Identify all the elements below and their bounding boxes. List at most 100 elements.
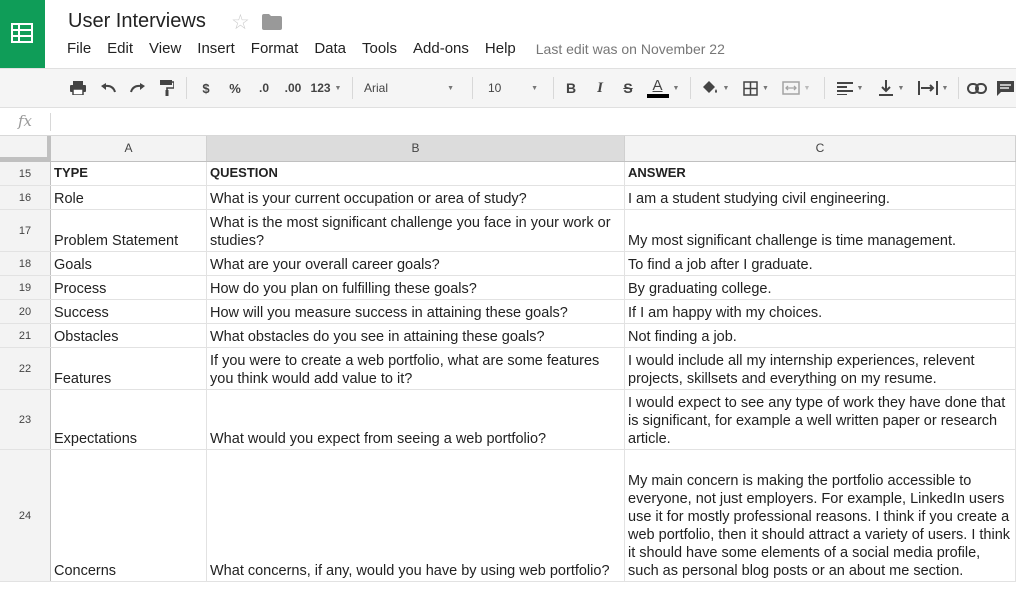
font-family-dropdown[interactable]: Arial ▼ bbox=[358, 69, 460, 107]
font-size-dropdown[interactable]: 10 ▼ bbox=[482, 69, 544, 107]
cell-text: TYPE bbox=[54, 165, 88, 180]
table-cell[interactable]: If I am happy with my choices. bbox=[625, 300, 1016, 323]
insert-link-icon[interactable] bbox=[964, 69, 990, 107]
table-row: 21 Obstacles What obstacles do you see in … bbox=[0, 324, 1016, 348]
italic-button[interactable]: I bbox=[589, 69, 611, 107]
header-cell[interactable]: TYPE bbox=[51, 162, 207, 185]
chevron-down-icon: ▼ bbox=[856, 84, 864, 92]
menu-view[interactable]: View bbox=[141, 40, 189, 60]
folder-icon[interactable] bbox=[262, 14, 282, 35]
table-cell[interactable]: Not finding a job. bbox=[625, 324, 1016, 347]
table-cell[interactable]: Obstacles bbox=[51, 324, 207, 347]
table-cell[interactable]: What are your overall career goals? bbox=[207, 252, 625, 275]
insert-comment-icon[interactable] bbox=[994, 69, 1016, 107]
sheets-logo-icon[interactable] bbox=[0, 0, 45, 68]
column-header-b[interactable]: B bbox=[207, 136, 625, 161]
undo-icon[interactable] bbox=[96, 69, 120, 107]
fill-color-icon[interactable]: ▼ bbox=[697, 69, 733, 107]
table-cell[interactable]: What is your current occupation or area … bbox=[207, 186, 625, 209]
table-cell[interactable]: How do you plan on fulfilling these goal… bbox=[207, 276, 625, 299]
table-cell[interactable]: What concerns, if any, would you have by… bbox=[207, 450, 625, 581]
table-cell[interactable]: My main concern is making the portfolio … bbox=[625, 450, 1016, 581]
cell-text: Obstacles bbox=[54, 329, 119, 345]
number-format-dropdown[interactable]: 123 ▼ bbox=[307, 69, 345, 107]
cell-text: If I am happy with my choices. bbox=[628, 305, 823, 321]
header-cell[interactable]: QUESTION bbox=[207, 162, 625, 185]
formula-input[interactable] bbox=[52, 110, 1012, 134]
table-row: 20 Success How will you measure success in… bbox=[0, 300, 1016, 324]
spreadsheet-grid: A B C 15 TYPE QUESTION ANSWER 16 Role What is … bbox=[0, 136, 1016, 589]
row-header[interactable]: 22 bbox=[0, 348, 51, 389]
horizontal-align-icon[interactable]: ▼ bbox=[831, 69, 869, 107]
table-cell[interactable]: What is the most significant challenge y… bbox=[207, 210, 625, 251]
menu-format[interactable]: Format bbox=[243, 40, 307, 60]
menu-insert[interactable]: Insert bbox=[189, 40, 243, 60]
table-cell[interactable]: I would include all my internship experi… bbox=[625, 348, 1016, 389]
increase-decimal-button[interactable]: .00 bbox=[280, 69, 306, 107]
row-header[interactable]: 16 bbox=[0, 186, 51, 209]
menu-add-ons[interactable]: Add-ons bbox=[405, 40, 477, 60]
menu-help[interactable]: Help bbox=[477, 40, 524, 60]
table-cell[interactable]: Goals bbox=[51, 252, 207, 275]
row-header[interactable]: 17 bbox=[0, 210, 51, 251]
cell-text: My most significant challenge is time ma… bbox=[628, 233, 957, 249]
row-header[interactable]: 20 bbox=[0, 300, 51, 323]
table-cell[interactable]: If you were to create a web portfolio, w… bbox=[207, 348, 625, 389]
table-cell[interactable]: Process bbox=[51, 276, 207, 299]
table-row: 19 Process How do you plan on fulfilling t… bbox=[0, 276, 1016, 300]
text-color-button[interactable]: A ▼ bbox=[644, 69, 682, 107]
menu-file[interactable]: File bbox=[59, 40, 99, 60]
table-cell[interactable]: My most significant challenge is time ma… bbox=[625, 210, 1016, 251]
row-header[interactable]: 21 bbox=[0, 324, 51, 347]
format-percent-button[interactable]: % bbox=[224, 69, 246, 107]
table-cell[interactable]: Role bbox=[51, 186, 207, 209]
decrease-decimal-button[interactable]: .0 bbox=[252, 69, 276, 107]
format-currency-button[interactable]: $ bbox=[196, 69, 216, 107]
table-cell[interactable]: I am a student studying civil engineerin… bbox=[625, 186, 1016, 209]
column-header-c[interactable]: C bbox=[625, 136, 1016, 161]
table-cell[interactable]: Success bbox=[51, 300, 207, 323]
cell-text: I am a student studying civil engineerin… bbox=[628, 191, 890, 207]
text-wrapping-icon[interactable]: ▼ bbox=[912, 69, 954, 107]
borders-icon[interactable]: ▼ bbox=[738, 69, 774, 107]
table-cell[interactable]: What would you expect from seeing a web … bbox=[207, 390, 625, 449]
paint-format-icon[interactable] bbox=[155, 69, 179, 107]
row-header[interactable]: 18 bbox=[0, 252, 51, 275]
star-icon[interactable]: ☆ bbox=[231, 10, 250, 35]
table-cell[interactable]: To find a job after I graduate. bbox=[625, 252, 1016, 275]
menu-bar: File Edit View Insert Format Data Tools … bbox=[59, 40, 725, 60]
table-cell[interactable]: How will you measure success in attainin… bbox=[207, 300, 625, 323]
menu-data[interactable]: Data bbox=[306, 40, 354, 60]
merge-cells-icon[interactable]: ▼ bbox=[776, 69, 816, 107]
row-header[interactable]: 19 bbox=[0, 276, 51, 299]
table-cell[interactable]: Concerns bbox=[51, 450, 207, 581]
redo-icon[interactable] bbox=[125, 69, 149, 107]
header-cell[interactable]: ANSWER bbox=[625, 162, 1016, 185]
table-cell[interactable]: Problem Statement bbox=[51, 210, 207, 251]
column-headers: A B C bbox=[0, 136, 1016, 162]
document-title[interactable]: User Interviews bbox=[68, 10, 206, 33]
chevron-down-icon: ▼ bbox=[447, 84, 454, 92]
select-all-corner[interactable] bbox=[0, 136, 51, 161]
row-header[interactable]: 24 bbox=[0, 450, 51, 581]
table-cell[interactable]: I would expect to see any type of work t… bbox=[625, 390, 1016, 449]
strikethrough-button[interactable]: S bbox=[617, 69, 639, 107]
table-cell[interactable]: What obstacles do you see in attaining t… bbox=[207, 324, 625, 347]
vertical-align-icon[interactable]: ▼ bbox=[872, 69, 910, 107]
row-header[interactable]: 15 bbox=[0, 162, 51, 185]
table-cell[interactable]: Features bbox=[51, 348, 207, 389]
column-header-a[interactable]: A bbox=[51, 136, 207, 161]
table-cell[interactable]: By graduating college. bbox=[625, 276, 1016, 299]
cell-text: How will you measure success in attainin… bbox=[210, 305, 568, 321]
table-cell[interactable]: Expectations bbox=[51, 390, 207, 449]
chevron-down-icon: ▼ bbox=[672, 84, 680, 92]
last-edit-link[interactable]: Last edit was on November 22 bbox=[536, 40, 725, 60]
cell-text: Concerns bbox=[54, 563, 117, 579]
cell-text: What obstacles do you see in attaining t… bbox=[210, 329, 545, 345]
menu-tools[interactable]: Tools bbox=[354, 40, 405, 60]
print-icon[interactable] bbox=[66, 69, 90, 107]
chevron-down-icon: ▼ bbox=[803, 84, 811, 92]
bold-button[interactable]: B bbox=[560, 69, 582, 107]
menu-edit[interactable]: Edit bbox=[99, 40, 141, 60]
row-header[interactable]: 23 bbox=[0, 390, 51, 449]
